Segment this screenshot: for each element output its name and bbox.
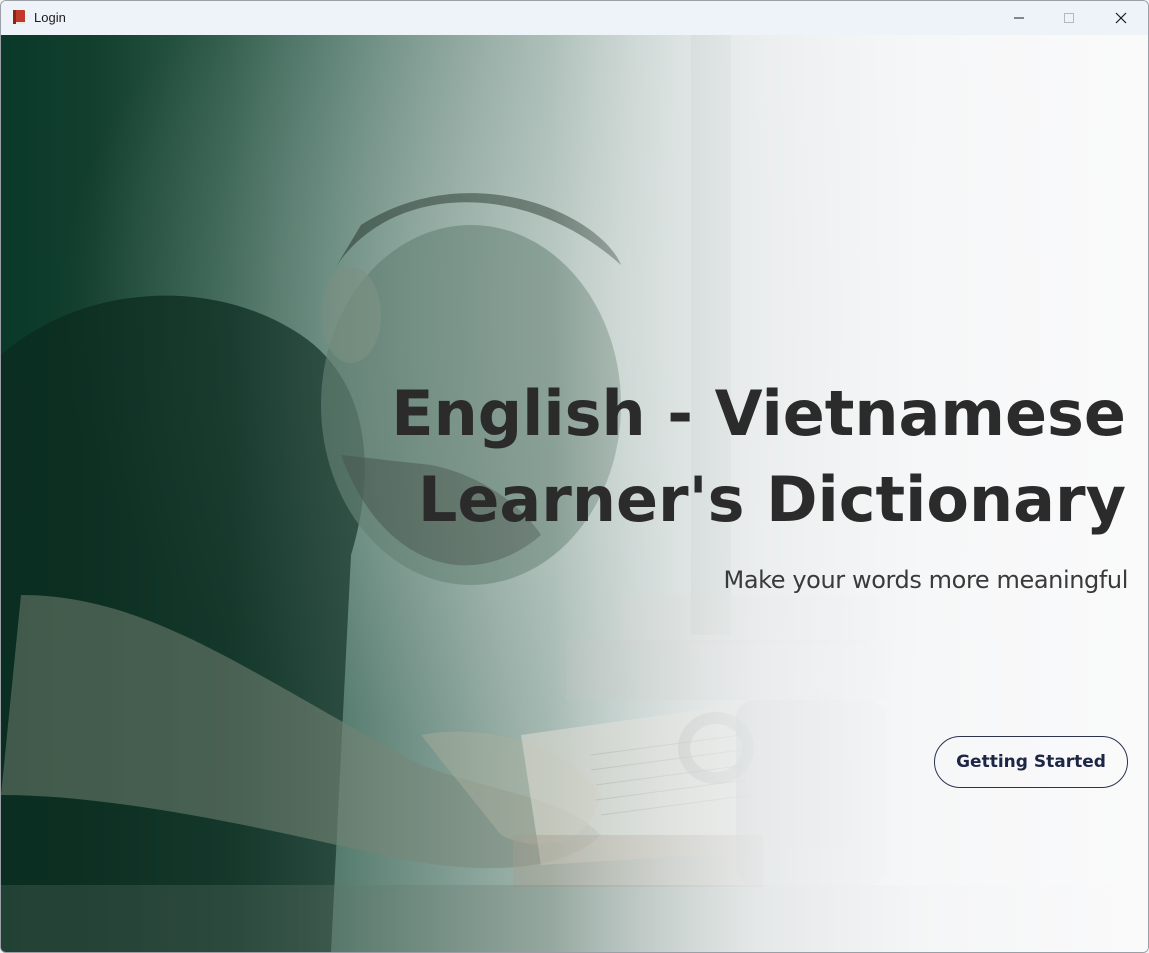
headline-line-1: English - Vietnamese: [391, 377, 1126, 450]
maximize-icon: [1064, 13, 1074, 23]
book-icon: [13, 10, 25, 24]
app-headline: English - Vietnamese Learner's Dictionar…: [366, 371, 1126, 543]
close-icon: [1115, 12, 1127, 24]
minimize-icon: [1014, 17, 1024, 19]
window-title: Login: [34, 10, 66, 25]
maximize-button[interactable]: [1046, 1, 1092, 35]
login-window: Login English - Vietnamese Learner's Dic…: [0, 0, 1149, 953]
getting-started-button[interactable]: Getting Started: [934, 736, 1128, 788]
hero-section: English - Vietnamese Learner's Dictionar…: [1, 35, 1148, 952]
title-bar[interactable]: Login: [1, 1, 1148, 35]
close-button[interactable]: [1098, 1, 1144, 35]
tagline: Make your words more meaningful: [723, 566, 1129, 594]
minimize-button[interactable]: [996, 1, 1042, 35]
headline-line-2: Learner's Dictionary: [417, 463, 1126, 536]
